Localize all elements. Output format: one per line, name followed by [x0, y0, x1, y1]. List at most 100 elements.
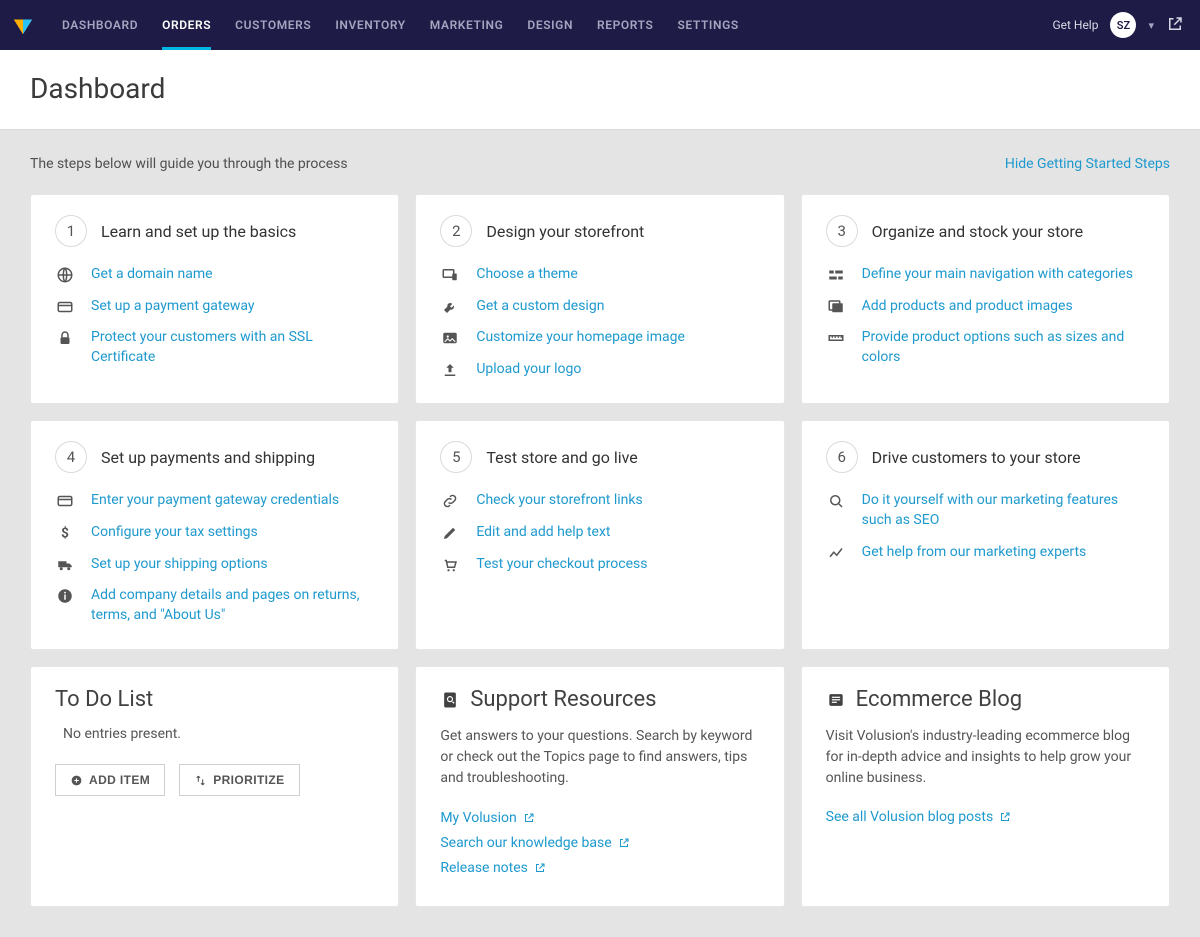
link-icon: [440, 492, 460, 510]
see-all-label: See all Volusion blog posts: [826, 809, 994, 825]
intro-text: The steps below will guide you through t…: [30, 156, 348, 172]
blog-desc: Visit Volusion's industry-leading ecomme…: [826, 726, 1145, 789]
step-number: 6: [826, 441, 858, 473]
nav-customers[interactable]: CUSTOMERS: [235, 0, 311, 50]
plus-circle-icon: [70, 774, 83, 787]
step-link[interactable]: Configure your tax settings: [91, 523, 258, 543]
card-icon: [55, 298, 75, 316]
step-title: Set up payments and shipping: [101, 448, 315, 467]
see-all-blog-link[interactable]: See all Volusion blog posts: [826, 809, 1012, 825]
step-link[interactable]: Protect your customers with an SSL Certi…: [91, 328, 374, 367]
support-link[interactable]: Search our knowledge base: [440, 835, 629, 851]
support-desc: Get answers to your questions. Search by…: [440, 726, 759, 789]
blog-title: Ecommerce Blog: [856, 687, 1022, 712]
step-link[interactable]: Check your storefront links: [476, 491, 642, 511]
user-avatar[interactable]: SZ: [1110, 12, 1136, 38]
image-icon: [440, 329, 460, 347]
step-card-3: 3 Organize and stock your store Define y…: [801, 194, 1170, 404]
nav-orders[interactable]: ORDERS: [162, 0, 211, 50]
step-title: Organize and stock your store: [872, 222, 1083, 241]
step-card-4: 4 Set up payments and shipping Enter you…: [30, 420, 399, 650]
step-link[interactable]: Customize your homepage image: [476, 328, 685, 348]
gallery-icon: [826, 298, 846, 316]
globe-icon: [55, 266, 75, 284]
step-number: 1: [55, 215, 87, 247]
info-icon: [55, 587, 75, 605]
step-link[interactable]: Get help from our marketing experts: [862, 543, 1087, 563]
page-header: Dashboard: [0, 50, 1200, 130]
step-link[interactable]: Add company details and pages on returns…: [91, 586, 374, 625]
step-link[interactable]: Enter your payment gateway credentials: [91, 491, 339, 511]
chart-icon: [826, 544, 846, 562]
top-navbar: DASHBOARD ORDERS CUSTOMERS INVENTORY MARKETI…: [0, 0, 1200, 50]
step-link[interactable]: Get a domain name: [91, 265, 213, 285]
add-item-button[interactable]: ADD ITEM: [55, 764, 165, 796]
search-icon: [826, 492, 846, 510]
lock-icon: [55, 329, 75, 347]
step-card-5: 5 Test store and go live Check your stor…: [415, 420, 784, 650]
upload-icon: [440, 361, 460, 379]
cart-icon: [440, 556, 460, 574]
step-number: 2: [440, 215, 472, 247]
ruler-icon: [826, 329, 846, 347]
support-link[interactable]: My Volusion: [440, 810, 534, 826]
step-number: 4: [55, 441, 87, 473]
step-title: Test store and go live: [486, 448, 637, 467]
step-title: Learn and set up the basics: [101, 222, 296, 241]
support-icon: [440, 690, 460, 710]
card-icon: [55, 492, 75, 510]
step-number: 3: [826, 215, 858, 247]
step-card-1: 1 Learn and set up the basics Get a doma…: [30, 194, 399, 404]
support-card: Support Resources Get answers to your qu…: [415, 666, 784, 907]
support-link[interactable]: Release notes: [440, 860, 546, 876]
blog-card: Ecommerce Blog Visit Volusion's industry…: [801, 666, 1170, 907]
truck-icon: [55, 556, 75, 574]
open-external-icon[interactable]: [1166, 15, 1184, 36]
step-link[interactable]: Define your main navigation with categor…: [862, 265, 1133, 285]
todo-title: To Do List: [55, 687, 374, 712]
nav-inventory[interactable]: INVENTORY: [335, 0, 405, 50]
nav-settings[interactable]: SETTINGS: [677, 0, 738, 50]
devices-icon: [440, 266, 460, 284]
prioritize-button[interactable]: PRIORITIZE: [179, 764, 299, 796]
blog-icon: [826, 690, 846, 710]
step-link[interactable]: Edit and add help text: [476, 523, 610, 543]
step-link[interactable]: Do it yourself with our marketing featur…: [862, 491, 1145, 530]
step-title: Drive customers to your store: [872, 448, 1081, 467]
dollar-icon: [55, 524, 75, 542]
step-link[interactable]: Add products and product images: [862, 297, 1073, 317]
support-title: Support Resources: [470, 687, 656, 712]
step-link[interactable]: Choose a theme: [476, 265, 577, 285]
external-link-icon: [523, 812, 535, 824]
step-link[interactable]: Provide product options such as sizes an…: [862, 328, 1145, 367]
todo-card: To Do List No entries present. ADD ITEM …: [30, 666, 399, 907]
hide-getting-started-link[interactable]: Hide Getting Started Steps: [1005, 156, 1170, 172]
step-link[interactable]: Upload your logo: [476, 360, 581, 380]
brand-logo-icon[interactable]: [12, 14, 34, 36]
edit-icon: [440, 524, 460, 542]
wrench-icon: [440, 298, 460, 316]
page-title: Dashboard: [30, 72, 1170, 105]
prioritize-icon: [194, 774, 207, 787]
nav-reports[interactable]: REPORTS: [597, 0, 653, 50]
nav-design[interactable]: DESIGN: [527, 0, 573, 50]
step-title: Design your storefront: [486, 222, 644, 241]
nav-icon: [826, 266, 846, 284]
prioritize-label: PRIORITIZE: [213, 773, 284, 787]
chevron-down-icon[interactable]: ▾: [1148, 19, 1154, 32]
external-link-icon: [534, 862, 546, 874]
add-item-label: ADD ITEM: [89, 773, 150, 787]
step-card-2: 2 Design your storefront Choose a theme …: [415, 194, 784, 404]
nav-dashboard[interactable]: DASHBOARD: [62, 0, 138, 50]
get-help-link[interactable]: Get Help: [1052, 18, 1098, 32]
step-link[interactable]: Set up a payment gateway: [91, 297, 255, 317]
step-card-6: 6 Drive customers to your store Do it yo…: [801, 420, 1170, 650]
step-link[interactable]: Test your checkout process: [476, 555, 647, 575]
nav-marketing[interactable]: MARKETING: [430, 0, 504, 50]
external-link-icon: [618, 837, 630, 849]
step-number: 5: [440, 441, 472, 473]
step-link[interactable]: Get a custom design: [476, 297, 604, 317]
todo-empty-text: No entries present.: [63, 726, 374, 742]
step-link[interactable]: Set up your shipping options: [91, 555, 268, 575]
external-link-icon: [999, 811, 1011, 823]
